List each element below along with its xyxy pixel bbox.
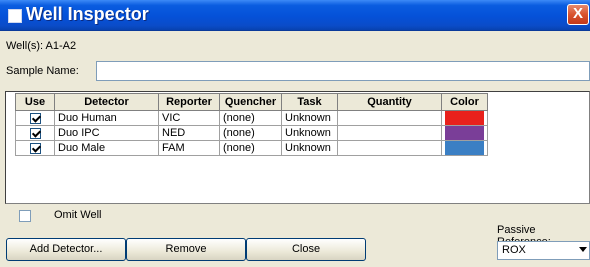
close-icon[interactable]: X <box>567 4 589 25</box>
detector-table: Use Detector Reporter Quencher Task Quan… <box>15 93 488 156</box>
window-title: Well Inspector <box>26 4 149 24</box>
quencher-cell[interactable]: (none) <box>219 140 282 156</box>
title-bar[interactable]: Well Inspector X <box>0 0 590 31</box>
column-header-use[interactable]: Use <box>15 93 55 111</box>
quantity-cell[interactable] <box>337 110 442 126</box>
reporter-cell[interactable]: VIC <box>158 110 220 126</box>
sample-name-label: Sample Name: <box>6 65 79 77</box>
omit-well-checkbox[interactable] <box>19 210 31 222</box>
color-swatch <box>445 111 484 125</box>
detector-cell[interactable]: Duo IPC <box>54 125 159 141</box>
use-checkbox[interactable] <box>29 112 41 124</box>
color-cell[interactable] <box>441 140 488 156</box>
column-header-task[interactable]: Task <box>281 93 338 111</box>
table-row[interactable]: Duo Male FAM (none) Unknown <box>15 140 488 156</box>
remove-button[interactable]: Remove <box>126 238 246 261</box>
quencher-cell[interactable]: (none) <box>219 125 282 141</box>
column-header-quencher[interactable]: Quencher <box>219 93 282 111</box>
table-row[interactable]: Duo Human VIC (none) Unknown <box>15 110 488 126</box>
column-header-reporter[interactable]: Reporter <box>158 93 220 111</box>
task-cell[interactable]: Unknown <box>281 125 338 141</box>
color-cell[interactable] <box>441 110 488 126</box>
sample-name-input[interactable] <box>96 61 590 81</box>
color-swatch <box>445 126 484 140</box>
close-button[interactable]: Close <box>246 238 366 261</box>
use-cell[interactable] <box>15 110 55 126</box>
detector-cell[interactable]: Duo Male <box>54 140 159 156</box>
quantity-cell[interactable] <box>337 125 442 141</box>
column-header-quantity[interactable]: Quantity <box>337 93 442 111</box>
color-cell[interactable] <box>441 125 488 141</box>
omit-well-label: Omit Well <box>54 209 102 221</box>
use-cell[interactable] <box>15 140 55 156</box>
quencher-cell[interactable]: (none) <box>219 110 282 126</box>
window-icon <box>8 9 22 23</box>
wells-label: Well(s): A1-A2 <box>6 40 77 52</box>
task-cell[interactable]: Unknown <box>281 140 338 156</box>
color-swatch <box>445 141 484 155</box>
table-row[interactable]: Duo IPC NED (none) Unknown <box>15 125 488 141</box>
reporter-cell[interactable]: FAM <box>158 140 220 156</box>
column-header-color[interactable]: Color <box>441 93 488 111</box>
reporter-cell[interactable]: NED <box>158 125 220 141</box>
add-detector-button[interactable]: Add Detector... <box>6 238 126 261</box>
passive-reference-value: ROX <box>502 244 526 256</box>
quantity-cell[interactable] <box>337 140 442 156</box>
table-header-row: Use Detector Reporter Quencher Task Quan… <box>15 93 488 111</box>
use-cell[interactable] <box>15 125 55 141</box>
task-cell[interactable]: Unknown <box>281 110 338 126</box>
passive-reference-select[interactable]: ROX <box>497 241 590 260</box>
use-checkbox[interactable] <box>29 127 41 139</box>
chevron-down-icon[interactable] <box>579 247 587 252</box>
use-checkbox[interactable] <box>29 142 41 154</box>
column-header-detector[interactable]: Detector <box>54 93 159 111</box>
detector-cell[interactable]: Duo Human <box>54 110 159 126</box>
